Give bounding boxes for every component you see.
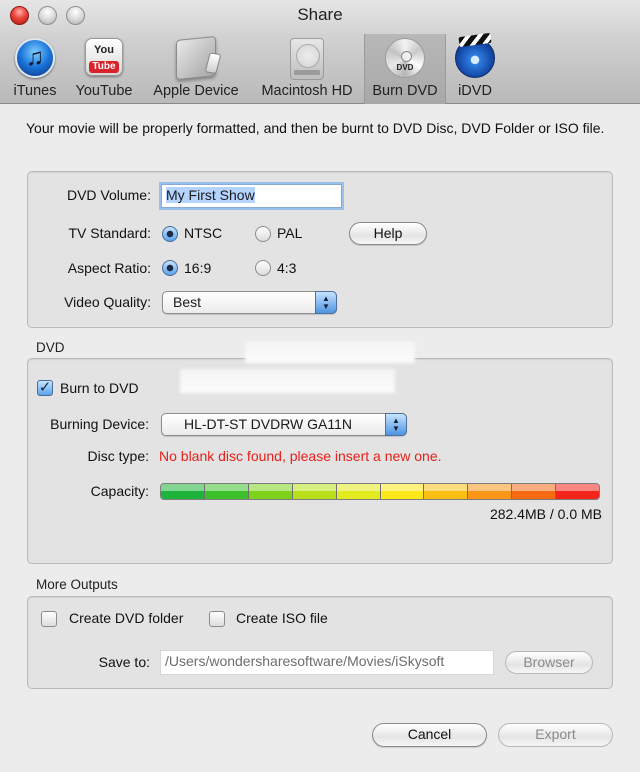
dvd-icon-text: DVD (396, 63, 414, 72)
export-button[interactable]: Export (498, 723, 613, 747)
create-dvd-folder-label: Create DVD folder (69, 610, 184, 626)
hard-drive-icon (290, 38, 324, 80)
tv-standard-pal-radio[interactable] (255, 226, 271, 242)
capacity-label: Capacity: (90, 483, 149, 499)
aspect-ratio-16-9-radio[interactable] (162, 260, 178, 276)
save-to-path-field[interactable]: /Users/wondersharesoftware/Movies/iSkyso… (160, 650, 494, 675)
disc-type-error: No blank disc found, please insert a new… (159, 448, 442, 464)
youtube-icon-text: Tube (89, 61, 119, 73)
tv-standard-pal-label: PAL (277, 225, 303, 241)
capacity-segment (336, 484, 381, 499)
tv-standard-ntsc-label: NTSC (184, 225, 223, 241)
burning-device-select[interactable]: HL-DT-ST DVDRW GA11N ▲ ▼ (161, 413, 407, 436)
disc-type-label: Disc type: (87, 448, 149, 464)
capacity-segment (424, 484, 469, 499)
dvd-section-title: DVD (36, 340, 65, 355)
capacity-segment (161, 484, 205, 499)
toolbar-item-label: Apple Device (153, 83, 239, 99)
aspect-ratio-16-9-label: 16:9 (184, 260, 212, 276)
burning-device-value: HL-DT-ST DVDRW GA11N (184, 416, 353, 432)
toolbar-item-label: Burn DVD (372, 83, 438, 99)
dvd-volume-value: My First Show (166, 187, 255, 203)
tv-standard-ntsc-radio[interactable] (162, 226, 178, 242)
remote-icon (204, 52, 222, 75)
toolbar-item-apple-device[interactable]: Apple Device (146, 34, 246, 104)
chevron-up-down-icon: ▲ ▼ (315, 291, 337, 314)
toolbar-item-idvd[interactable]: iDVD (450, 34, 500, 104)
toolbar-item-macintosh-hd[interactable]: Macintosh HD (252, 34, 362, 104)
toolbar-item-label: iTunes (13, 83, 57, 99)
youtube-icon: You Tube (85, 38, 123, 76)
dvd-disc-icon: DVD (385, 38, 425, 78)
video-quality-select[interactable]: Best ▲ ▼ (162, 291, 337, 314)
create-iso-label: Create ISO file (236, 610, 328, 626)
redacted-area (245, 341, 415, 363)
idvd-icon (455, 38, 495, 78)
aspect-ratio-4-3-radio[interactable] (255, 260, 271, 276)
video-quality-value: Best (173, 294, 202, 310)
capacity-segment (468, 484, 513, 499)
burning-device-label: Burning Device: (50, 416, 149, 432)
burn-to-dvd-checkbox[interactable]: ✓ (37, 380, 53, 396)
dvd-volume-input[interactable]: My First Show (161, 184, 342, 208)
share-toolbar: ♫ iTunes You Tube YouTube Apple Device M… (0, 34, 640, 104)
more-outputs-title: More Outputs (36, 577, 118, 592)
toolbar-item-itunes[interactable]: ♫ iTunes (6, 34, 64, 104)
video-quality-label: Video Quality: (64, 294, 151, 310)
tv-standard-label: TV Standard: (68, 225, 152, 241)
create-dvd-folder-checkbox[interactable] (41, 611, 57, 627)
intro-text: Your movie will be properly formatted, a… (26, 120, 605, 136)
toolbar-item-label: iDVD (458, 83, 492, 99)
aspect-ratio-label: Aspect Ratio: (67, 260, 151, 276)
toolbar-item-youtube[interactable]: You Tube YouTube (68, 34, 140, 104)
chevron-up-down-icon: ▲ ▼ (385, 413, 407, 436)
toolbar-item-burn-dvd[interactable]: DVD Burn DVD (364, 34, 446, 104)
redacted-area (180, 369, 395, 393)
toolbar-item-label: Macintosh HD (261, 83, 353, 99)
toolbar-item-label: YouTube (75, 83, 133, 99)
window-title: Share (297, 5, 343, 24)
capacity-segment (556, 484, 599, 499)
capacity-segment (248, 484, 293, 499)
itunes-icon: ♫ (15, 38, 55, 78)
capacity-bar (160, 483, 600, 500)
create-iso-checkbox[interactable] (209, 611, 225, 627)
youtube-icon-text: You (94, 44, 114, 56)
burn-to-dvd-label: Burn to DVD (60, 380, 139, 396)
save-to-label: Save to: (98, 654, 150, 670)
title-bar: Share ♫ iTunes You Tube YouTube Apple De… (0, 0, 640, 104)
apple-device-icon (176, 35, 222, 81)
aspect-ratio-4-3-label: 4:3 (277, 260, 297, 276)
browser-button[interactable]: Browser (505, 651, 593, 674)
dvd-volume-label: DVD Volume: (66, 187, 151, 203)
help-button[interactable]: Help (349, 222, 427, 245)
cancel-button[interactable]: Cancel (372, 723, 487, 747)
capacity-segment (292, 484, 337, 499)
capacity-segment (380, 484, 425, 499)
capacity-segment (204, 484, 249, 499)
capacity-text: 282.4MB / 0.0 MB (489, 506, 602, 522)
capacity-segment (512, 484, 557, 499)
